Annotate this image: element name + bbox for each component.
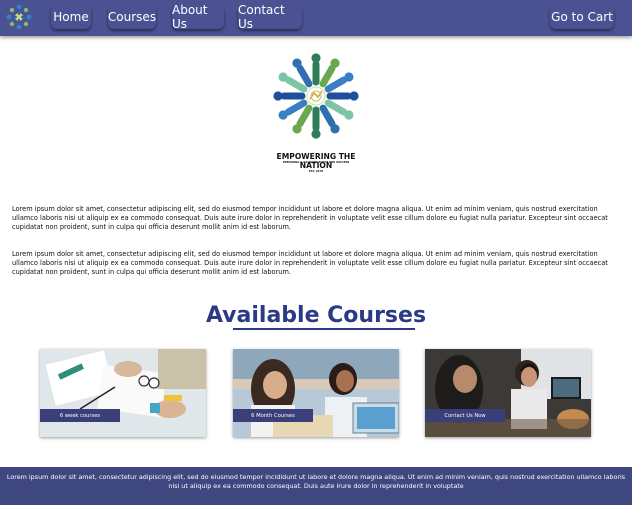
nav-contact-button[interactable]: Contact Us [238,3,302,31]
desk-photo-image [40,349,206,437]
call-center-photo-image [425,349,591,437]
logo-established: EST. 2078 [308,170,324,173]
course-card-6-month[interactable]: 6 Month Courses [233,349,399,437]
footer: Lorem ipsum dolor sit amet, consectetur … [0,467,632,505]
intro-paragraph: Lorem ipsum dolor sit amet, consectetur … [12,250,608,276]
card-label: 6 Month Courses [233,409,313,422]
heading-underline [233,328,415,330]
courses-heading: Available Courses [205,303,427,328]
top-nav: Home Courses About Us Contact Us Go to C… [0,0,632,36]
logo-person-body [284,99,308,116]
nav-home-button[interactable]: Home [51,5,91,29]
go-to-cart-button[interactable]: Go to Cart [550,5,614,29]
logo-person-body [296,104,313,128]
student-photo-image [233,349,399,437]
hero-logo: EMPOWERING THE NATION PREPARING S.A'S WO… [262,46,370,186]
logo-person-body [319,64,336,88]
empowering-logo-icon [273,53,359,139]
logo-person-body [284,76,308,93]
logo-tagline: PREPARING S.A'S WORK FORCE FOR SUCCESS [282,161,350,164]
footer-text: Lorem ipsum dolor sit amet, consectetur … [6,473,626,490]
logo-person-body [319,104,336,128]
card-label: Contact Us Now [425,409,505,422]
nav-courses-button[interactable]: Courses [108,5,156,29]
intro-paragraph: Lorem ipsum dolor sit amet, consectetur … [12,205,608,231]
site-logo-icon[interactable] [5,3,33,31]
logo-person-body [324,99,348,116]
card-label: 6 week courses [40,409,120,422]
logo-person-body [296,64,313,88]
nav-about-button[interactable]: About Us [172,3,224,31]
logo-person-body [324,76,348,93]
course-card-6-week[interactable]: 6 week courses [40,349,206,437]
course-card-contact[interactable]: Contact Us Now [425,349,591,437]
